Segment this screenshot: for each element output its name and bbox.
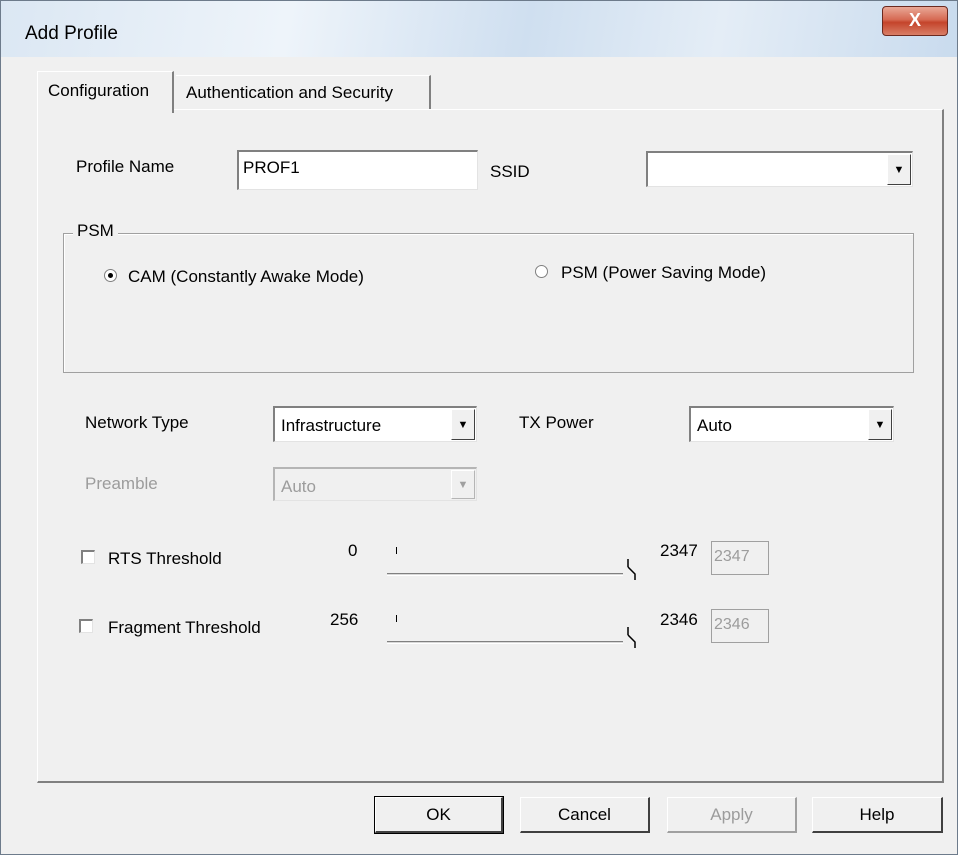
configuration-panel bbox=[37, 109, 944, 783]
rts-value-box: 2347 bbox=[711, 541, 769, 575]
rts-max-label: 2347 bbox=[660, 541, 698, 560]
psm-radio[interactable] bbox=[535, 265, 548, 278]
add-profile-dialog: Add Profile X Configuration Authenticati… bbox=[0, 0, 958, 855]
tab-configuration[interactable]: Configuration bbox=[37, 71, 174, 113]
cam-radio[interactable] bbox=[104, 269, 117, 282]
chevron-down-icon[interactable]: ▼ bbox=[887, 154, 911, 185]
fragment-max-label: 2346 bbox=[660, 610, 698, 629]
tab-authentication-security[interactable]: Authentication and Security bbox=[176, 75, 431, 109]
chevron-down-icon[interactable]: ▼ bbox=[868, 409, 892, 440]
network-type-dropdown[interactable]: Infrastructure ▼ bbox=[273, 406, 477, 442]
chevron-down-icon[interactable]: ▼ bbox=[451, 409, 475, 440]
fragment-threshold-checkbox[interactable] bbox=[79, 619, 93, 633]
slider-tick bbox=[396, 547, 397, 554]
cancel-button[interactable]: Cancel bbox=[520, 797, 650, 833]
fragment-threshold-label[interactable]: Fragment Threshold bbox=[108, 618, 261, 638]
rts-threshold-label[interactable]: RTS Threshold bbox=[108, 549, 222, 569]
preamble-label: Preamble bbox=[85, 474, 158, 493]
fragment-min-label: 256 bbox=[330, 610, 359, 629]
rts-min-label: 0 bbox=[348, 541, 358, 560]
window-title: Add Profile bbox=[25, 23, 118, 44]
psm-groupbox bbox=[63, 233, 914, 373]
network-type-label: Network Type bbox=[85, 413, 189, 432]
close-button[interactable]: X bbox=[882, 6, 948, 36]
rts-slider-track[interactable] bbox=[387, 573, 623, 576]
ok-button[interactable]: OK bbox=[374, 796, 504, 834]
close-icon: X bbox=[908, 10, 921, 30]
psm-radio-label[interactable]: PSM (Power Saving Mode) bbox=[561, 263, 766, 283]
slider-tick bbox=[396, 615, 397, 622]
profile-name-label: Profile Name bbox=[76, 157, 175, 176]
rts-slider-thumb[interactable] bbox=[627, 558, 637, 580]
fragment-slider-track[interactable] bbox=[387, 641, 623, 644]
radio-selected-dot bbox=[108, 273, 113, 278]
preamble-value: Auto bbox=[281, 477, 316, 496]
network-type-value: Infrastructure bbox=[281, 416, 382, 435]
ssid-label: SSID bbox=[490, 162, 530, 181]
profile-name-input[interactable]: PROF1 bbox=[237, 150, 478, 190]
psm-group-title: PSM bbox=[73, 221, 118, 241]
tx-power-value: Auto bbox=[697, 416, 732, 435]
rts-threshold-checkbox[interactable] bbox=[81, 550, 95, 564]
cam-radio-label[interactable]: CAM (Constantly Awake Mode) bbox=[128, 267, 364, 287]
help-button[interactable]: Help bbox=[812, 797, 943, 833]
ssid-dropdown[interactable]: ▼ bbox=[646, 151, 913, 187]
tx-power-label: TX Power bbox=[519, 413, 594, 432]
tx-power-dropdown[interactable]: Auto ▼ bbox=[689, 406, 894, 442]
fragment-slider-thumb[interactable] bbox=[627, 626, 637, 648]
preamble-dropdown: Auto ▼ bbox=[273, 467, 477, 501]
fragment-value-box: 2346 bbox=[711, 609, 769, 643]
title-bar: Add Profile X bbox=[1, 1, 957, 57]
apply-button: Apply bbox=[667, 797, 797, 833]
chevron-down-icon: ▼ bbox=[451, 470, 475, 499]
